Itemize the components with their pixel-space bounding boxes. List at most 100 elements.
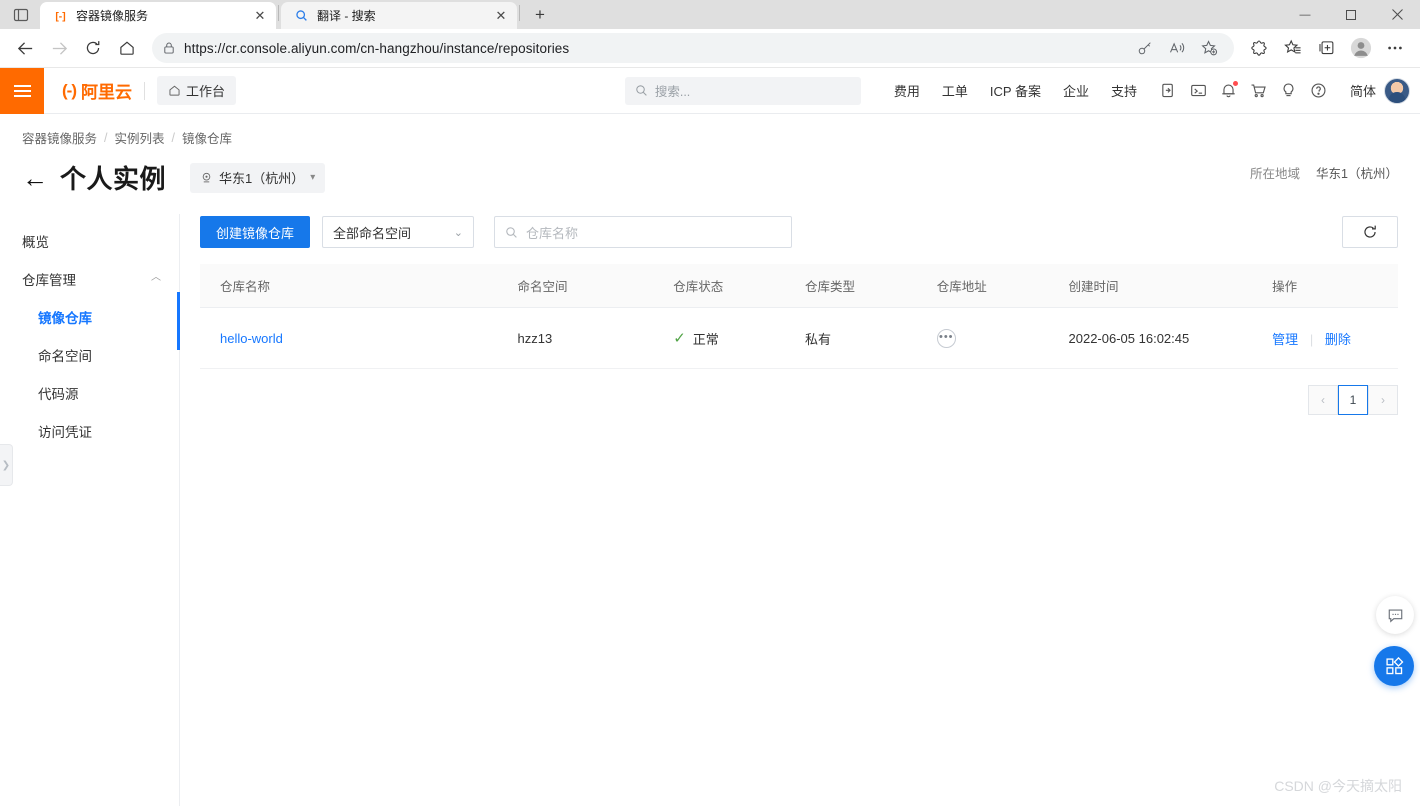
table-header-row: 仓库名称 命名空间 仓库状态 仓库类型 仓库地址 创建时间 操作 [200,264,1398,308]
tab-search-button[interactable] [2,0,40,29]
app-switch-icon[interactable] [1154,76,1184,106]
tab-strip: [-] 容器镜像服务 ✕ 翻译 - 搜索 ✕ + — [0,0,1420,29]
nav-item-fees[interactable]: 费用 [883,81,931,100]
breadcrumb-item-0[interactable]: 容器镜像服务 [22,128,97,147]
table-row: hello-world hzz13 ✓ 正常 私有 ••• 2022-06-05… [200,307,1398,369]
nav-item-support[interactable]: 支持 [1100,81,1148,100]
workbench-label: 工作台 [185,84,225,99]
aliyun-logo[interactable]: (-) 阿里云 [62,78,132,103]
home-icon[interactable] [110,33,144,63]
nav-item-tickets[interactable]: 工单 [931,81,979,100]
app-grid-button[interactable] [1374,646,1414,686]
repository-search-input[interactable]: 仓库名称 [494,216,793,248]
notification-badge [1232,80,1238,86]
collections-icon[interactable] [1310,33,1344,63]
header-search-placeholder: 搜索... [654,85,691,99]
current-region-info: 所在地域 华东1（杭州） [1250,163,1398,182]
notification-bell-icon[interactable] [1214,76,1244,106]
delete-action-link[interactable]: 删除 [1325,332,1351,347]
close-icon[interactable]: ✕ [252,8,268,24]
favorites-icon[interactable] [1276,33,1310,63]
refresh-button[interactable] [1342,216,1398,248]
chat-support-button[interactable] [1376,596,1414,634]
manage-action-link[interactable]: 管理 [1272,332,1298,347]
tab-divider [519,4,520,21]
breadcrumb-separator: / [171,130,175,145]
sidebar-item-label: 概览 [22,235,49,250]
profile-avatar[interactable] [1344,33,1378,63]
header-search-box[interactable]: 搜索... [624,76,861,105]
window-controls: — [1282,0,1420,29]
sidebar-item-code-source[interactable]: 代码源 [0,374,179,412]
repository-search-placeholder: 仓库名称 [526,225,579,241]
region-selector-value: 华东1（杭州） [219,171,305,186]
region-selector[interactable]: 华东1（杭州） ▾ [190,162,326,193]
cell-repository-name: hello-world [200,307,518,369]
namespace-filter-select[interactable]: 全部命名空间 ⌄ [322,216,475,248]
help-icon[interactable] [1304,76,1334,106]
home-icon [168,84,181,97]
cell-namespace: hzz13 [517,307,674,369]
close-icon[interactable]: ✕ [493,8,509,24]
pagination-page-1[interactable]: 1 [1338,385,1368,415]
action-separator: | [1309,331,1314,347]
add-favorite-icon[interactable] [1194,34,1224,62]
current-region-label: 所在地域 [1250,167,1301,181]
browser-tab-2[interactable]: 翻译 - 搜索 ✕ [281,2,517,29]
address-bar-actions [1130,34,1224,62]
user-avatar[interactable] [1384,77,1410,104]
location-pin-icon [200,171,213,184]
cloud-shell-icon[interactable] [1184,76,1214,106]
forward-icon[interactable] [42,33,76,63]
repository-name-link[interactable]: hello-world [220,331,283,346]
breadcrumb-item-1[interactable]: 实例列表 [115,128,165,147]
repository-address-ellipsis[interactable]: ••• [936,329,956,348]
nav-item-icp[interactable]: ICP 备案 [979,81,1052,100]
aliyun-cr-icon: [-] [52,8,68,24]
sidebar-group-repository-management[interactable]: 仓库管理 ︿ [0,260,179,298]
column-header-type: 仓库类型 [804,264,937,308]
back-arrow-icon[interactable]: ← [22,165,48,191]
create-repository-button[interactable]: 创建镜像仓库 [200,216,311,248]
browser-tab-2-title: 翻译 - 搜索 [317,9,376,23]
chevron-up-icon: ︿ [151,272,161,283]
search-icon [505,226,518,239]
sidebar-item-image-repository[interactable]: 镜像仓库 [0,292,180,350]
sidebar-item-label: 访问凭证 [38,425,92,440]
breadcrumb-item-2: 镜像仓库 [182,132,233,146]
menu-icon[interactable] [0,67,44,114]
search-icon [293,8,309,24]
address-bar[interactable]: https://cr.console.aliyun.com/cn-hangzho… [152,33,1234,63]
language-switcher[interactable]: 简体 [1342,81,1384,100]
tab-divider [278,4,279,21]
back-icon[interactable] [8,33,42,63]
new-tab-button[interactable]: + [526,2,554,28]
svg-text:[-]: [-] [55,11,65,22]
sidebar-item-namespace[interactable]: 命名空间 [0,336,179,374]
cart-icon[interactable] [1244,76,1274,106]
sidebar-item-access-credentials[interactable]: 访问凭证 [0,412,179,450]
reload-icon[interactable] [76,33,110,63]
sidebar-expand-handle[interactable]: ❯ [0,444,13,486]
maximize-button[interactable] [1328,0,1374,29]
sidebar-group-label: 仓库管理 [22,273,76,288]
minimize-button[interactable]: — [1282,0,1328,29]
column-header-status: 仓库状态 [673,264,805,308]
pagination: ‹ 1 › [200,385,1398,415]
pagination-prev-button[interactable]: ‹ [1308,385,1338,415]
close-window-button[interactable] [1374,0,1420,29]
sidebar-item-label: 镜像仓库 [38,311,92,326]
browser-settings-icon[interactable] [1378,33,1412,63]
nav-item-enterprise[interactable]: 企业 [1052,81,1100,100]
key-icon[interactable] [1130,34,1160,62]
left-sidebar: 概览 仓库管理 ︿ 镜像仓库 命名空间 代码源 访问凭证 [0,214,180,806]
pagination-next-button[interactable]: › [1368,385,1398,415]
browser-tab-1[interactable]: [-] 容器镜像服务 ✕ [40,2,276,29]
lightbulb-icon[interactable] [1274,76,1304,106]
list-toolbar: 创建镜像仓库 全部命名空间 ⌄ 仓库名称 [200,214,1398,248]
read-aloud-icon[interactable] [1162,34,1192,62]
split-screen-icon[interactable] [1242,33,1276,63]
sidebar-item-overview[interactable]: 概览 [0,222,179,260]
page-header: ← 个人实例 华东1（杭州） ▾ 所在地域 华东1（杭州） [0,147,1420,196]
workbench-button[interactable]: 工作台 [156,76,236,105]
